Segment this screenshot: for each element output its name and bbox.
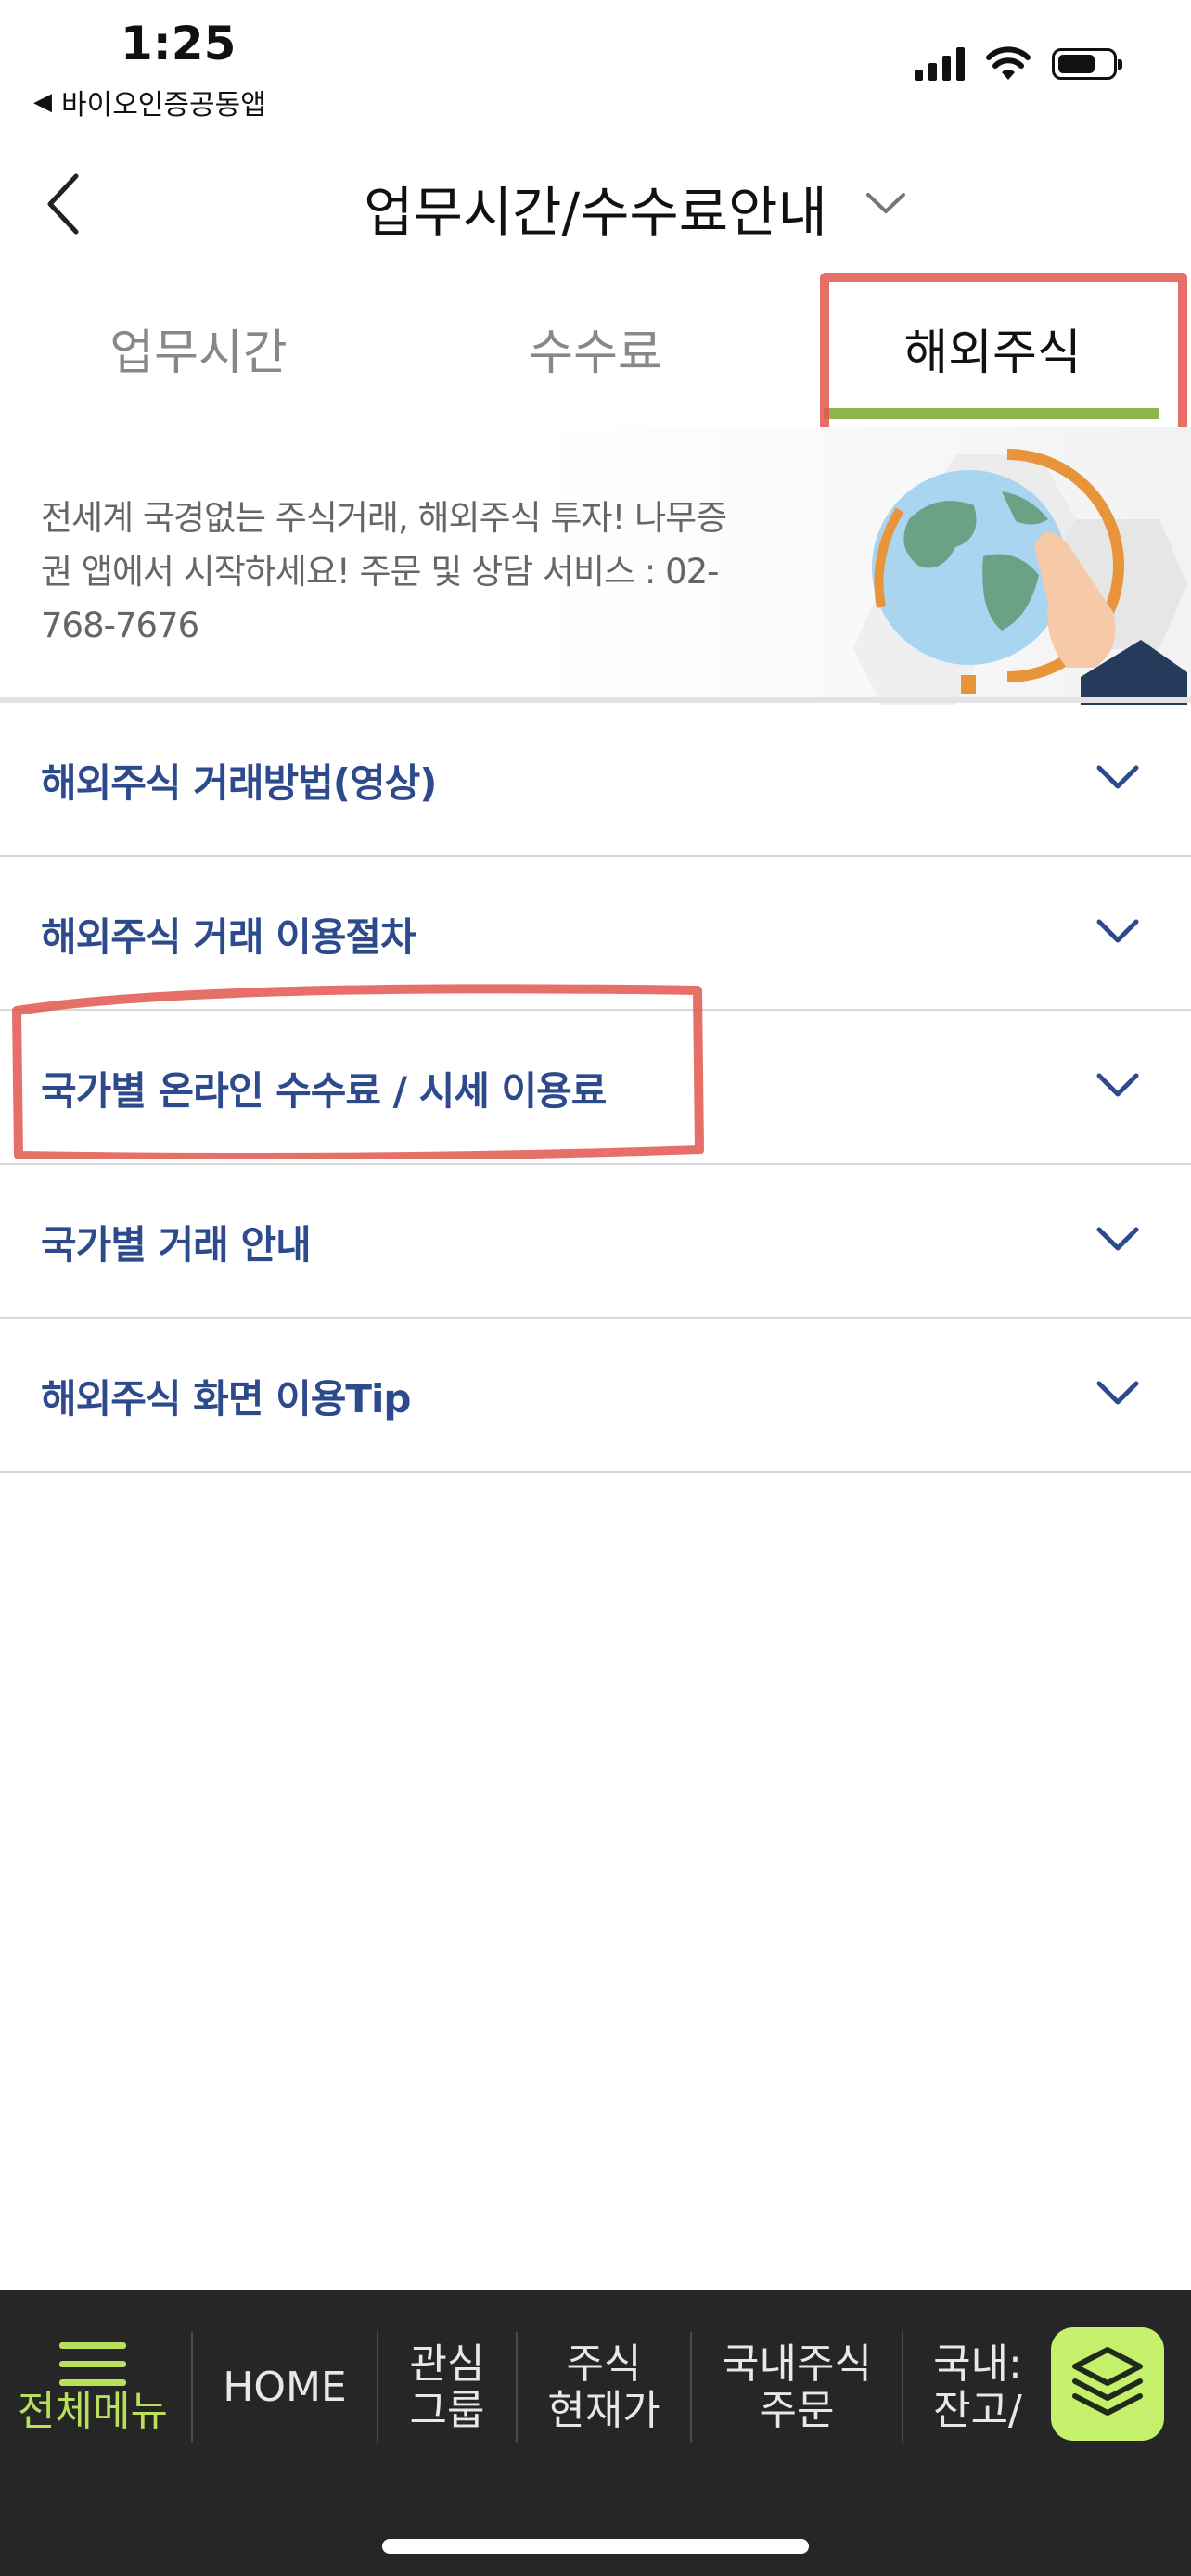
- battery-icon: [1052, 48, 1122, 80]
- banner-line: 권 앱에서 시작하세요! 주문 및 상담 서비스 : 02-: [41, 552, 720, 592]
- chevron-down-icon: [1096, 765, 1139, 789]
- nav-label: 국내주식: [722, 2340, 872, 2388]
- chevron-down-icon: [1096, 919, 1139, 943]
- chevron-down-icon: [1096, 1381, 1139, 1405]
- status-icons: [915, 46, 1122, 82]
- layers-icon: [1072, 2347, 1143, 2416]
- annotation-highlight-tab: [820, 273, 1187, 436]
- status-time: 1:25: [121, 17, 237, 70]
- accordion-label: 국가별 거래 안내: [41, 1221, 312, 1268]
- accordion-label: 해외주식 거래방법(영상): [41, 759, 437, 806]
- page-header: 업무시간/수수료안내: [0, 148, 1191, 260]
- banner-line: 768-7676: [41, 606, 199, 645]
- nav-label: 국내:: [933, 2340, 1022, 2388]
- layers-button[interactable]: [1051, 2327, 1164, 2441]
- chevron-down-icon: [1096, 1227, 1139, 1251]
- globe-icon: [853, 449, 1187, 705]
- chevron-down-icon: [1096, 1073, 1139, 1097]
- nav-label: 관심: [409, 2340, 485, 2388]
- accordion-item-screen-tips[interactable]: 해외주식 화면 이용Tip: [0, 1319, 1191, 1473]
- accordion-item-trading-by-country[interactable]: 국가별 거래 안내: [0, 1165, 1191, 1319]
- banner-text: 전세계 국경없는 주식거래, 해외주식 투자! 나무증 권 앱에서 시작하세요!…: [41, 491, 736, 653]
- home-indicator: [382, 2539, 809, 2554]
- wifi-icon: [986, 46, 1031, 80]
- nav-label: 주식: [566, 2340, 642, 2388]
- annotation-highlight-row: [12, 984, 704, 1159]
- nav-label: 잔고/: [933, 2387, 1022, 2434]
- nav-menu-label: 전체메뉴: [18, 2388, 168, 2435]
- back-app-label: 바이오인증공동앱: [61, 89, 266, 121]
- tab-fees[interactable]: 수수료: [397, 269, 794, 427]
- nav-label: HOME: [223, 2364, 347, 2411]
- nav-label: 그룹: [409, 2387, 485, 2434]
- accordion-item-trading-video[interactable]: 해외주식 거래방법(영상): [0, 703, 1191, 857]
- nav-domestic-balance[interactable]: 국내: 잔고/: [903, 2290, 1052, 2485]
- nav-home[interactable]: HOME: [193, 2290, 377, 2485]
- nav-domestic-order[interactable]: 국내주식 주문: [692, 2290, 902, 2485]
- nav-stock-price[interactable]: 주식 현재가: [518, 2290, 690, 2485]
- chevron-down-icon[interactable]: [863, 185, 909, 223]
- accordion-label: 해외주식 화면 이용Tip: [41, 1375, 411, 1422]
- page-title: 업무시간/수수료안내: [364, 181, 827, 244]
- banner-line: 전세계 국경없는 주식거래, 해외주식 투자! 나무증: [41, 498, 727, 538]
- tab-business-hours[interactable]: 업무시간: [0, 269, 397, 427]
- nav-all-menu[interactable]: 전체메뉴: [9, 2290, 176, 2485]
- hamburger-icon: [59, 2342, 126, 2386]
- back-triangle-icon: ◀: [33, 88, 52, 116]
- nav-watch-group[interactable]: 관심 그룹: [378, 2290, 516, 2485]
- nav-label: 현재가: [547, 2387, 660, 2434]
- signal-icon: [915, 47, 965, 81]
- nav-label: 주문: [759, 2387, 835, 2434]
- back-to-app-link[interactable]: ◀ 바이오인증공동앱: [33, 82, 266, 122]
